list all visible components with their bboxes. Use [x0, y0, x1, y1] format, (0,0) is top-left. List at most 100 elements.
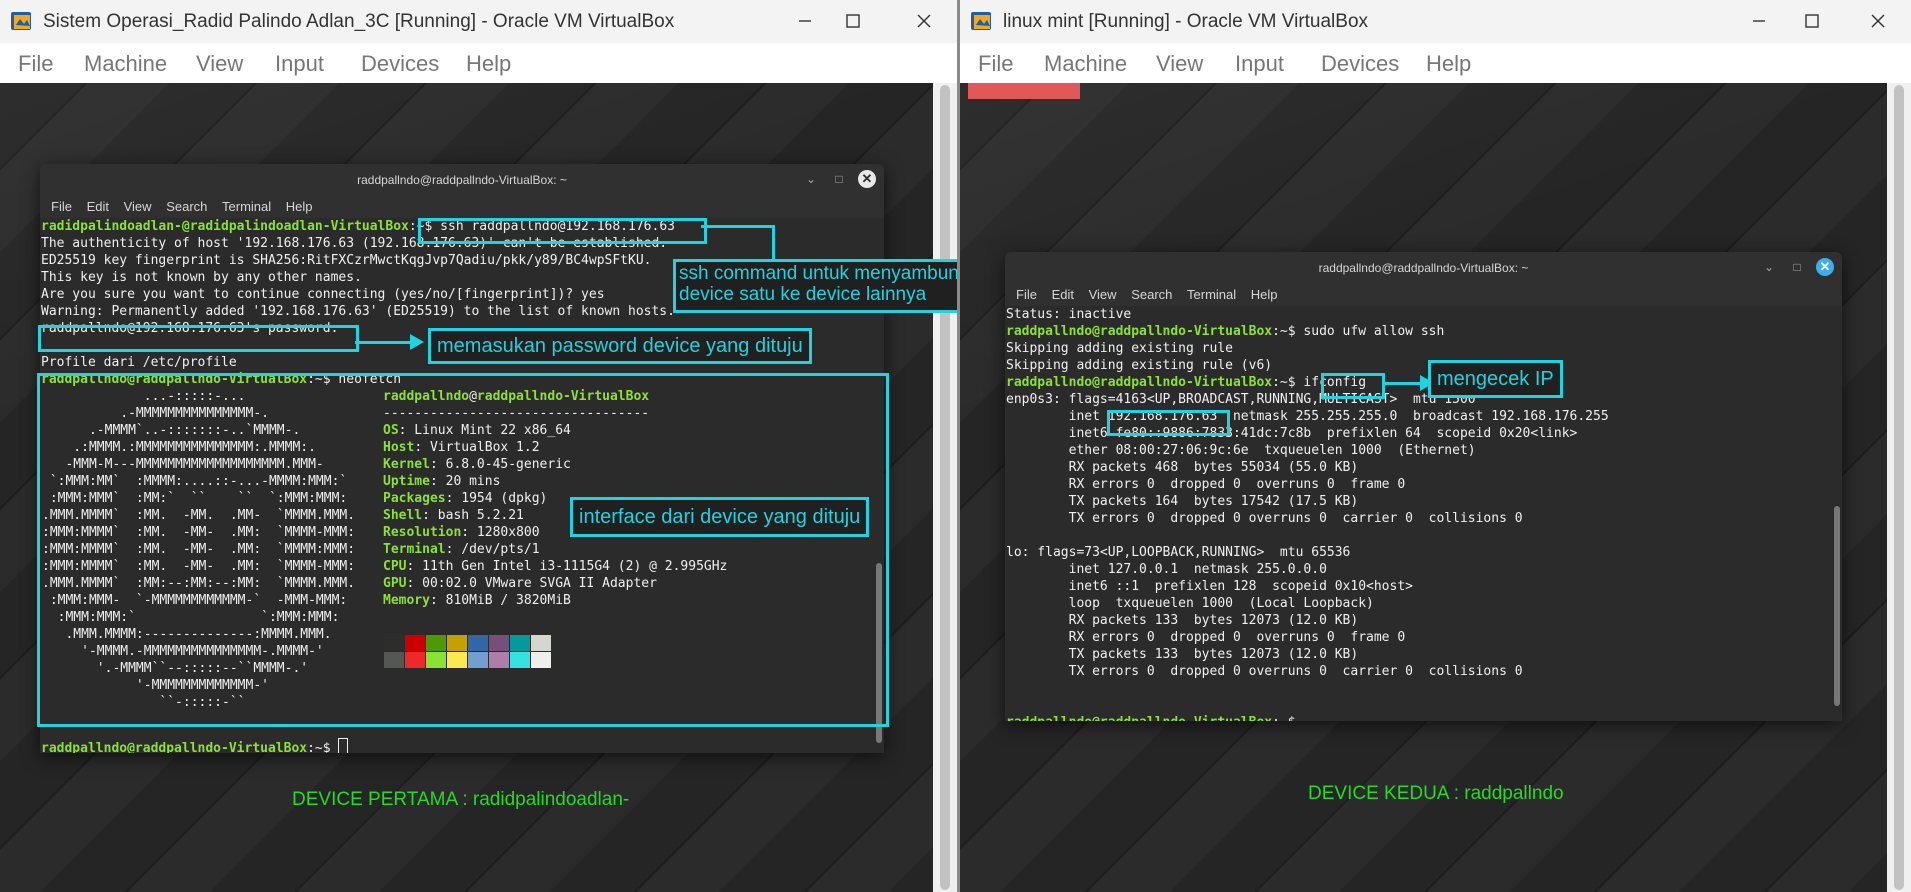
prompt-user: radidpalindoadlan-@radidpalindoadlan-Vir…	[41, 219, 409, 234]
highlight-ifconfig	[1321, 373, 1385, 399]
terminal-scrollbar[interactable]	[1834, 506, 1840, 706]
terminal-line: raddpallndo@raddpallndo-VirtualBox:~$ su…	[1006, 323, 1444, 340]
callout-check-ip: mengecek IP	[1428, 360, 1563, 398]
terminal-line: inet6 ::1 prefixlen 128 scopeid 0x10<hos…	[1006, 579, 1413, 594]
close-button[interactable]	[911, 8, 937, 34]
connector-line	[701, 225, 775, 228]
terminal-line: ether 08:00:27:06:9c:6e txqueuelen 1000 …	[1006, 443, 1476, 458]
scrollbar-thumb[interactable]	[1894, 85, 1904, 890]
terminal-menu-help[interactable]: Help	[1251, 287, 1278, 302]
connector-line	[1382, 382, 1424, 385]
virtualbox-icon	[11, 12, 31, 30]
minimize-icon	[799, 20, 811, 22]
menu-help[interactable]: Help	[1426, 51, 1471, 77]
highlight-ssh-command	[418, 218, 707, 244]
maximize-button[interactable]	[840, 8, 866, 34]
partial-red-element	[968, 83, 1080, 99]
menu-machine[interactable]: Machine	[84, 51, 167, 77]
terminal-menu-file[interactable]: File	[51, 199, 72, 214]
terminal-line: enp0s3: flags=4163<UP,BROADCAST,RUNNING,…	[1006, 392, 1476, 407]
menu-file[interactable]: File	[18, 51, 53, 77]
highlight-password-prompt	[38, 325, 359, 352]
virtualbox-icon	[971, 12, 991, 30]
highlight-ip-address	[1107, 410, 1230, 436]
minimize-button[interactable]	[1746, 8, 1772, 34]
terminal-menu-search[interactable]: Search	[1131, 287, 1172, 302]
terminal-maximize-icon[interactable]: □	[1788, 260, 1806, 274]
terminal-menu-edit[interactable]: Edit	[1052, 287, 1074, 302]
menu-view[interactable]: View	[1156, 51, 1203, 77]
terminal-menu-view[interactable]: View	[1089, 287, 1117, 302]
device-label: DEVICE PERTAMA : radidpalindoadlan-	[292, 789, 630, 810]
terminal-menu-terminal[interactable]: Terminal	[1187, 287, 1236, 302]
terminal-controls: ⌄ □ ✕	[1760, 258, 1834, 276]
terminal-menu-view[interactable]: View	[124, 199, 152, 214]
scrollbar-thumb[interactable]	[940, 85, 950, 890]
menu-devices[interactable]: Devices	[1321, 51, 1399, 77]
terminal-close-icon[interactable]: ✕	[1816, 258, 1834, 276]
terminal-menu-edit[interactable]: Edit	[87, 199, 109, 214]
inet-suffix: netmask 255.255.255.0 broadcast 192.168.…	[1217, 409, 1609, 424]
terminal-close-icon[interactable]: ✕	[858, 170, 876, 188]
terminal-minimize-icon[interactable]: ⌄	[802, 172, 820, 186]
terminal-menubar: File Edit View Search Terminal Help	[40, 196, 884, 218]
terminal-line: raddpallndo@raddpallndo-VirtualBox:~$	[41, 738, 349, 753]
prompt-sep: :~$	[1272, 375, 1296, 390]
device-label: DEVICE KEDUA : raddpallndo	[1308, 783, 1564, 804]
menu-view[interactable]: View	[196, 51, 243, 77]
maximize-button[interactable]	[1799, 8, 1825, 34]
prompt-user: raddpallndo@raddpallndo-VirtualBox	[41, 741, 308, 753]
terminal-menu-help[interactable]: Help	[286, 199, 313, 214]
prompt-sep: :~$	[1272, 324, 1296, 339]
close-button[interactable]	[1865, 8, 1891, 34]
arrowhead-icon	[410, 334, 424, 350]
terminal-line: raddpallndo@raddpallndo-VirtualBox:~$	[1006, 714, 1296, 721]
prompt-user: raddpallndo@raddpallndo-VirtualBox	[1006, 715, 1272, 721]
terminal-line: TX packets 164 bytes 17542 (17.5 KB)	[1006, 494, 1359, 509]
terminal-line: raddpallndo@raddpallndo-VirtualBox:~$ if…	[1006, 374, 1366, 391]
window-title: linux mint [Running] - Oracle VM Virtual…	[1003, 11, 1369, 32]
terminal-line: TX packets 133 bytes 12073 (12.0 KB)	[1006, 647, 1359, 662]
terminal-line: inet6 fe80::9886:7833:41dc:7c8b prefixle…	[1006, 426, 1578, 441]
terminal-line: Are you sure you want to continue connec…	[41, 287, 605, 302]
menu-devices[interactable]: Devices	[361, 51, 439, 77]
menu-input[interactable]: Input	[1235, 51, 1284, 77]
terminal-line: RX errors 0 dropped 0 overruns 0 frame 0	[1006, 630, 1406, 645]
minimize-icon	[1753, 20, 1765, 22]
callout-interface: interface dari device yang dituju	[570, 497, 870, 537]
close-icon	[1871, 14, 1885, 28]
terminal-minimize-icon[interactable]: ⌄	[1760, 260, 1778, 274]
vm-scrollbar[interactable]	[933, 83, 957, 892]
callout-line: device satu ke device lainnya	[679, 284, 927, 305]
menu-file[interactable]: File	[978, 51, 1013, 77]
minimize-button[interactable]	[792, 8, 818, 34]
terminal-line: loop txqueuelen 1000 (Local Loopback)	[1006, 596, 1374, 611]
terminal-line: inet 127.0.0.1 netmask 255.0.0.0	[1006, 562, 1327, 577]
command-text: sudo ufw allow ssh	[1295, 324, 1445, 339]
highlight-neofetch-output	[37, 373, 889, 727]
menu-input[interactable]: Input	[275, 51, 324, 77]
terminal-menu-search[interactable]: Search	[166, 199, 207, 214]
terminal-line: Skipping adding existing rule	[1006, 341, 1233, 356]
terminal-output[interactable]: Status: inactive raddpallndo@raddpallndo…	[1005, 306, 1842, 721]
terminal-menu-terminal[interactable]: Terminal	[222, 199, 271, 214]
terminal-title: raddpallndo@raddpallndo-VirtualBox: ~	[40, 164, 884, 196]
menu-help[interactable]: Help	[466, 51, 511, 77]
callout-line: ssh command untuk menyambungkan	[679, 263, 1001, 284]
window-titlebar: linux mint [Running] - Oracle VM Virtual…	[960, 0, 1911, 43]
prompt-sep: :~$	[307, 741, 331, 753]
connector-line	[355, 341, 417, 344]
terminal-menu-file[interactable]: File	[1016, 287, 1037, 302]
terminal-line: inet 192.168.176.63 netmask 255.255.255.…	[1006, 408, 1609, 425]
terminal-title: raddpallndo@raddpallndo-VirtualBox: ~	[1005, 252, 1842, 284]
inet-prefix: inet	[1006, 409, 1108, 424]
terminal-line: RX packets 133 bytes 12073 (12.0 KB)	[1006, 613, 1359, 628]
terminal-line: ED25519 key fingerprint is SHA256:RitFXC…	[41, 253, 652, 268]
menu-machine[interactable]: Machine	[1044, 51, 1127, 77]
terminal-line: Profile dari /etc/profile	[41, 355, 237, 370]
window-title: Sistem Operasi_Radid Palindo Adlan_3C [R…	[43, 11, 675, 32]
terminal-maximize-icon[interactable]: □	[830, 172, 848, 186]
vm-menubar: File Machine View Input Devices Help	[960, 43, 1911, 83]
prompt-user: raddpallndo@raddpallndo-VirtualBox	[1006, 324, 1273, 339]
vm-scrollbar[interactable]	[1887, 83, 1911, 892]
